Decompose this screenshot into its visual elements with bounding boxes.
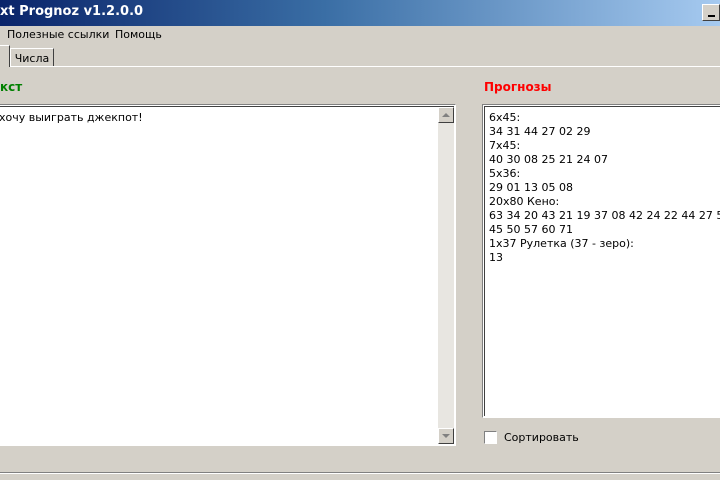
minimize-button[interactable] xyxy=(702,4,720,21)
prognoz-output-value[interactable]: 6x45: 34 31 44 27 02 29 7x45: 40 30 08 2… xyxy=(489,111,720,265)
sort-checkbox-label[interactable]: Сортировать xyxy=(504,431,579,444)
title-bar[interactable]: xt Prognoz v1.2.0.0 xyxy=(0,0,720,26)
text-section-label: кст xyxy=(0,80,23,94)
status-bar xyxy=(0,472,720,480)
prognoz-section-label: Прогнозы xyxy=(484,80,552,94)
menu-useful-links[interactable]: Полезные ссылки xyxy=(7,28,109,42)
vertical-scrollbar[interactable] xyxy=(438,107,454,444)
window-title: xt Prognoz v1.2.0.0 xyxy=(0,4,144,19)
tab-numbers[interactable]: Числа xyxy=(10,48,54,67)
text-input-value[interactable]: хочу выиграть джекпот! xyxy=(0,111,436,125)
arrow-down-icon xyxy=(442,434,450,438)
arrow-up-icon xyxy=(442,113,450,117)
tab-text[interactable] xyxy=(0,45,10,67)
tab-panel-border xyxy=(0,66,720,67)
menu-help[interactable]: Помощь xyxy=(115,28,162,42)
scroll-down-button[interactable] xyxy=(438,428,454,444)
text-input-field[interactable]: хочу выиграть джекпот! xyxy=(0,104,456,446)
prognoz-output-field[interactable]: 6x45: 34 31 44 27 02 29 7x45: 40 30 08 2… xyxy=(482,104,720,418)
menu-bar: Полезные ссылки Помощь xyxy=(0,26,720,44)
sort-checkbox[interactable] xyxy=(484,431,497,444)
scroll-up-button[interactable] xyxy=(438,107,454,123)
app-window: xt Prognoz v1.2.0.0 Полезные ссылки Помо… xyxy=(0,0,720,480)
